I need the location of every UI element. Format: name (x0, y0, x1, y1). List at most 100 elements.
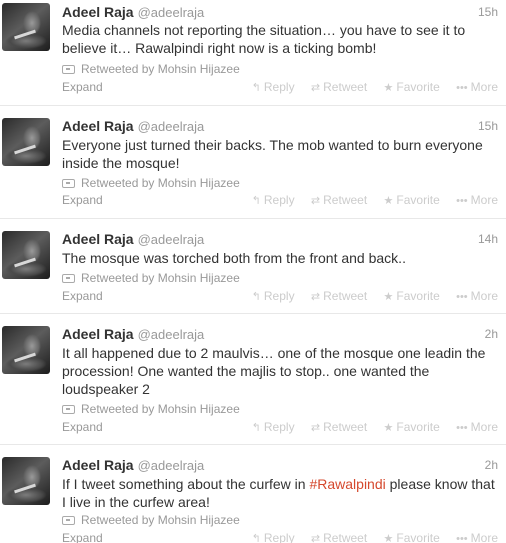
more-button[interactable]: ••• More (456, 80, 498, 94)
reply-button[interactable]: ↰ Reply (252, 80, 295, 94)
retweet-label: Retweet (323, 289, 368, 303)
tweet-text: Media channels not reporting the situati… (62, 21, 500, 57)
author-fullname[interactable]: Adeel Raja (62, 326, 134, 342)
tweet-footer: Expand ↰ Reply ⇄ Retweet ★ Favorite ••• More (0, 289, 506, 305)
retweet-icon: ⇄ (310, 82, 321, 94)
avatar[interactable] (2, 231, 50, 279)
retweet-icon: ⇄ (310, 291, 321, 303)
tweet-actions: ↰ Reply ⇄ Retweet ★ Favorite ••• More (239, 420, 498, 434)
author-fullname[interactable]: Adeel Raja (62, 231, 134, 247)
tweet-item[interactable]: Adeel Raja @adeelraja 15h Everyone just t… (0, 106, 506, 219)
tweet-item[interactable]: Adeel Raja @adeelraja 2h If I tweet somet… (0, 445, 506, 543)
author-username[interactable]: @adeelraja (138, 327, 205, 342)
retweeted-by-label[interactable]: Retweeted by Mohsin Hijazee (81, 176, 240, 190)
tweet-text-segment: Everyone just turned their backs. The mo… (62, 137, 483, 171)
tweet-actions: ↰ Reply ⇄ Retweet ★ Favorite ••• More (239, 193, 498, 207)
reply-button[interactable]: ↰ Reply (252, 420, 295, 434)
author-fullname[interactable]: Adeel Raja (62, 457, 134, 473)
favorite-button[interactable]: ★ Favorite (384, 420, 440, 434)
avatar[interactable] (2, 118, 50, 166)
favorite-label: Favorite (396, 289, 440, 303)
reply-button[interactable]: ↰ Reply (252, 193, 295, 207)
retweet-context: Retweeted by Mohsin Hijazee (62, 176, 362, 192)
tweet-text: If I tweet something about the curfew in… (62, 475, 500, 511)
author-username[interactable]: @adeelraja (138, 5, 205, 20)
expand-link[interactable]: Expand (62, 193, 103, 207)
more-label: More (470, 80, 498, 94)
tweet-footer: Expand ↰ Reply ⇄ Retweet ★ Favorite ••• More (0, 193, 506, 209)
favorite-label: Favorite (396, 531, 440, 543)
retweet-icon (62, 179, 75, 188)
ellipsis-icon: ••• (456, 82, 468, 94)
tweet-item[interactable]: Adeel Raja @adeelraja 2h It all happened … (0, 314, 506, 445)
tweet-header: Adeel Raja @adeelraja 15h (62, 4, 502, 22)
tweet-timestamp[interactable]: 2h (485, 458, 498, 472)
favorite-button[interactable]: ★ Favorite (384, 531, 440, 543)
tweet-timestamp[interactable]: 15h (478, 119, 498, 133)
more-button[interactable]: ••• More (456, 531, 498, 543)
retweet-label: Retweet (323, 80, 368, 94)
retweet-button[interactable]: ⇄ Retweet (311, 420, 367, 434)
tweet-footer: Expand ↰ Reply ⇄ Retweet ★ Favorite ••• More (0, 531, 506, 543)
retweet-icon: ⇄ (310, 195, 321, 207)
expand-link[interactable]: Expand (62, 289, 103, 303)
hashtag-link[interactable]: #Rawalpindi (309, 476, 385, 492)
tweet-item[interactable]: Adeel Raja @adeelraja 15h Media channels … (0, 0, 506, 106)
reply-button[interactable]: ↰ Reply (252, 531, 295, 543)
retweet-icon (62, 516, 75, 525)
author-username[interactable]: @adeelraja (138, 458, 205, 473)
reply-button[interactable]: ↰ Reply (252, 289, 295, 303)
favorite-button[interactable]: ★ Favorite (384, 193, 440, 207)
retweet-button[interactable]: ⇄ Retweet (311, 289, 367, 303)
more-label: More (470, 420, 498, 434)
retweet-icon (62, 405, 75, 414)
reply-label: Reply (263, 80, 295, 94)
more-button[interactable]: ••• More (456, 289, 498, 303)
author-fullname[interactable]: Adeel Raja (62, 4, 134, 20)
expand-link[interactable]: Expand (62, 420, 103, 434)
author-username[interactable]: @adeelraja (138, 119, 205, 134)
tweet-timestamp[interactable]: 14h (478, 232, 498, 246)
ellipsis-icon: ••• (456, 533, 468, 543)
reply-icon: ↰ (251, 195, 261, 207)
avatar[interactable] (2, 457, 50, 505)
retweeted-by-label[interactable]: Retweeted by Mohsin Hijazee (81, 271, 240, 285)
avatar[interactable] (2, 3, 50, 51)
retweeted-by-label[interactable]: Retweeted by Mohsin Hijazee (81, 62, 240, 76)
more-button[interactable]: ••• More (456, 420, 498, 434)
tweet-timestamp[interactable]: 2h (485, 327, 498, 341)
favorite-button[interactable]: ★ Favorite (384, 289, 440, 303)
author-fullname[interactable]: Adeel Raja (62, 118, 134, 134)
retweet-context: Retweeted by Mohsin Hijazee (62, 271, 362, 287)
reply-icon: ↰ (251, 291, 261, 303)
retweet-button[interactable]: ⇄ Retweet (311, 531, 367, 543)
tweet-actions: ↰ Reply ⇄ Retweet ★ Favorite ••• More (239, 80, 498, 94)
tweet-item[interactable]: Adeel Raja @adeelraja 14h The mosque was … (0, 219, 506, 314)
reply-label: Reply (263, 531, 295, 543)
star-icon: ★ (383, 195, 394, 207)
more-label: More (470, 531, 498, 543)
tweet-header: Adeel Raja @adeelraja 2h (62, 457, 502, 475)
retweet-context: Retweeted by Mohsin Hijazee (62, 62, 362, 78)
retweet-context: Retweeted by Mohsin Hijazee (62, 513, 362, 529)
retweet-button[interactable]: ⇄ Retweet (311, 193, 367, 207)
retweeted-by-label[interactable]: Retweeted by Mohsin Hijazee (81, 513, 240, 527)
favorite-label: Favorite (396, 80, 440, 94)
more-label: More (470, 289, 498, 303)
tweet-text-segment: If I tweet something about the curfew in (62, 476, 310, 492)
reply-icon: ↰ (251, 533, 261, 543)
reply-label: Reply (263, 420, 295, 434)
retweet-icon: ⇄ (310, 533, 321, 543)
avatar[interactable] (2, 326, 50, 374)
star-icon: ★ (383, 291, 394, 303)
author-username[interactable]: @adeelraja (138, 232, 205, 247)
retweeted-by-label[interactable]: Retweeted by Mohsin Hijazee (81, 402, 240, 416)
more-button[interactable]: ••• More (456, 193, 498, 207)
tweet-timestamp[interactable]: 15h (478, 5, 498, 19)
expand-link[interactable]: Expand (62, 531, 103, 543)
reply-label: Reply (263, 289, 295, 303)
retweet-button[interactable]: ⇄ Retweet (311, 80, 367, 94)
favorite-button[interactable]: ★ Favorite (384, 80, 440, 94)
expand-link[interactable]: Expand (62, 80, 103, 94)
tweet-text-segment: Media channels not reporting the situati… (62, 22, 466, 56)
